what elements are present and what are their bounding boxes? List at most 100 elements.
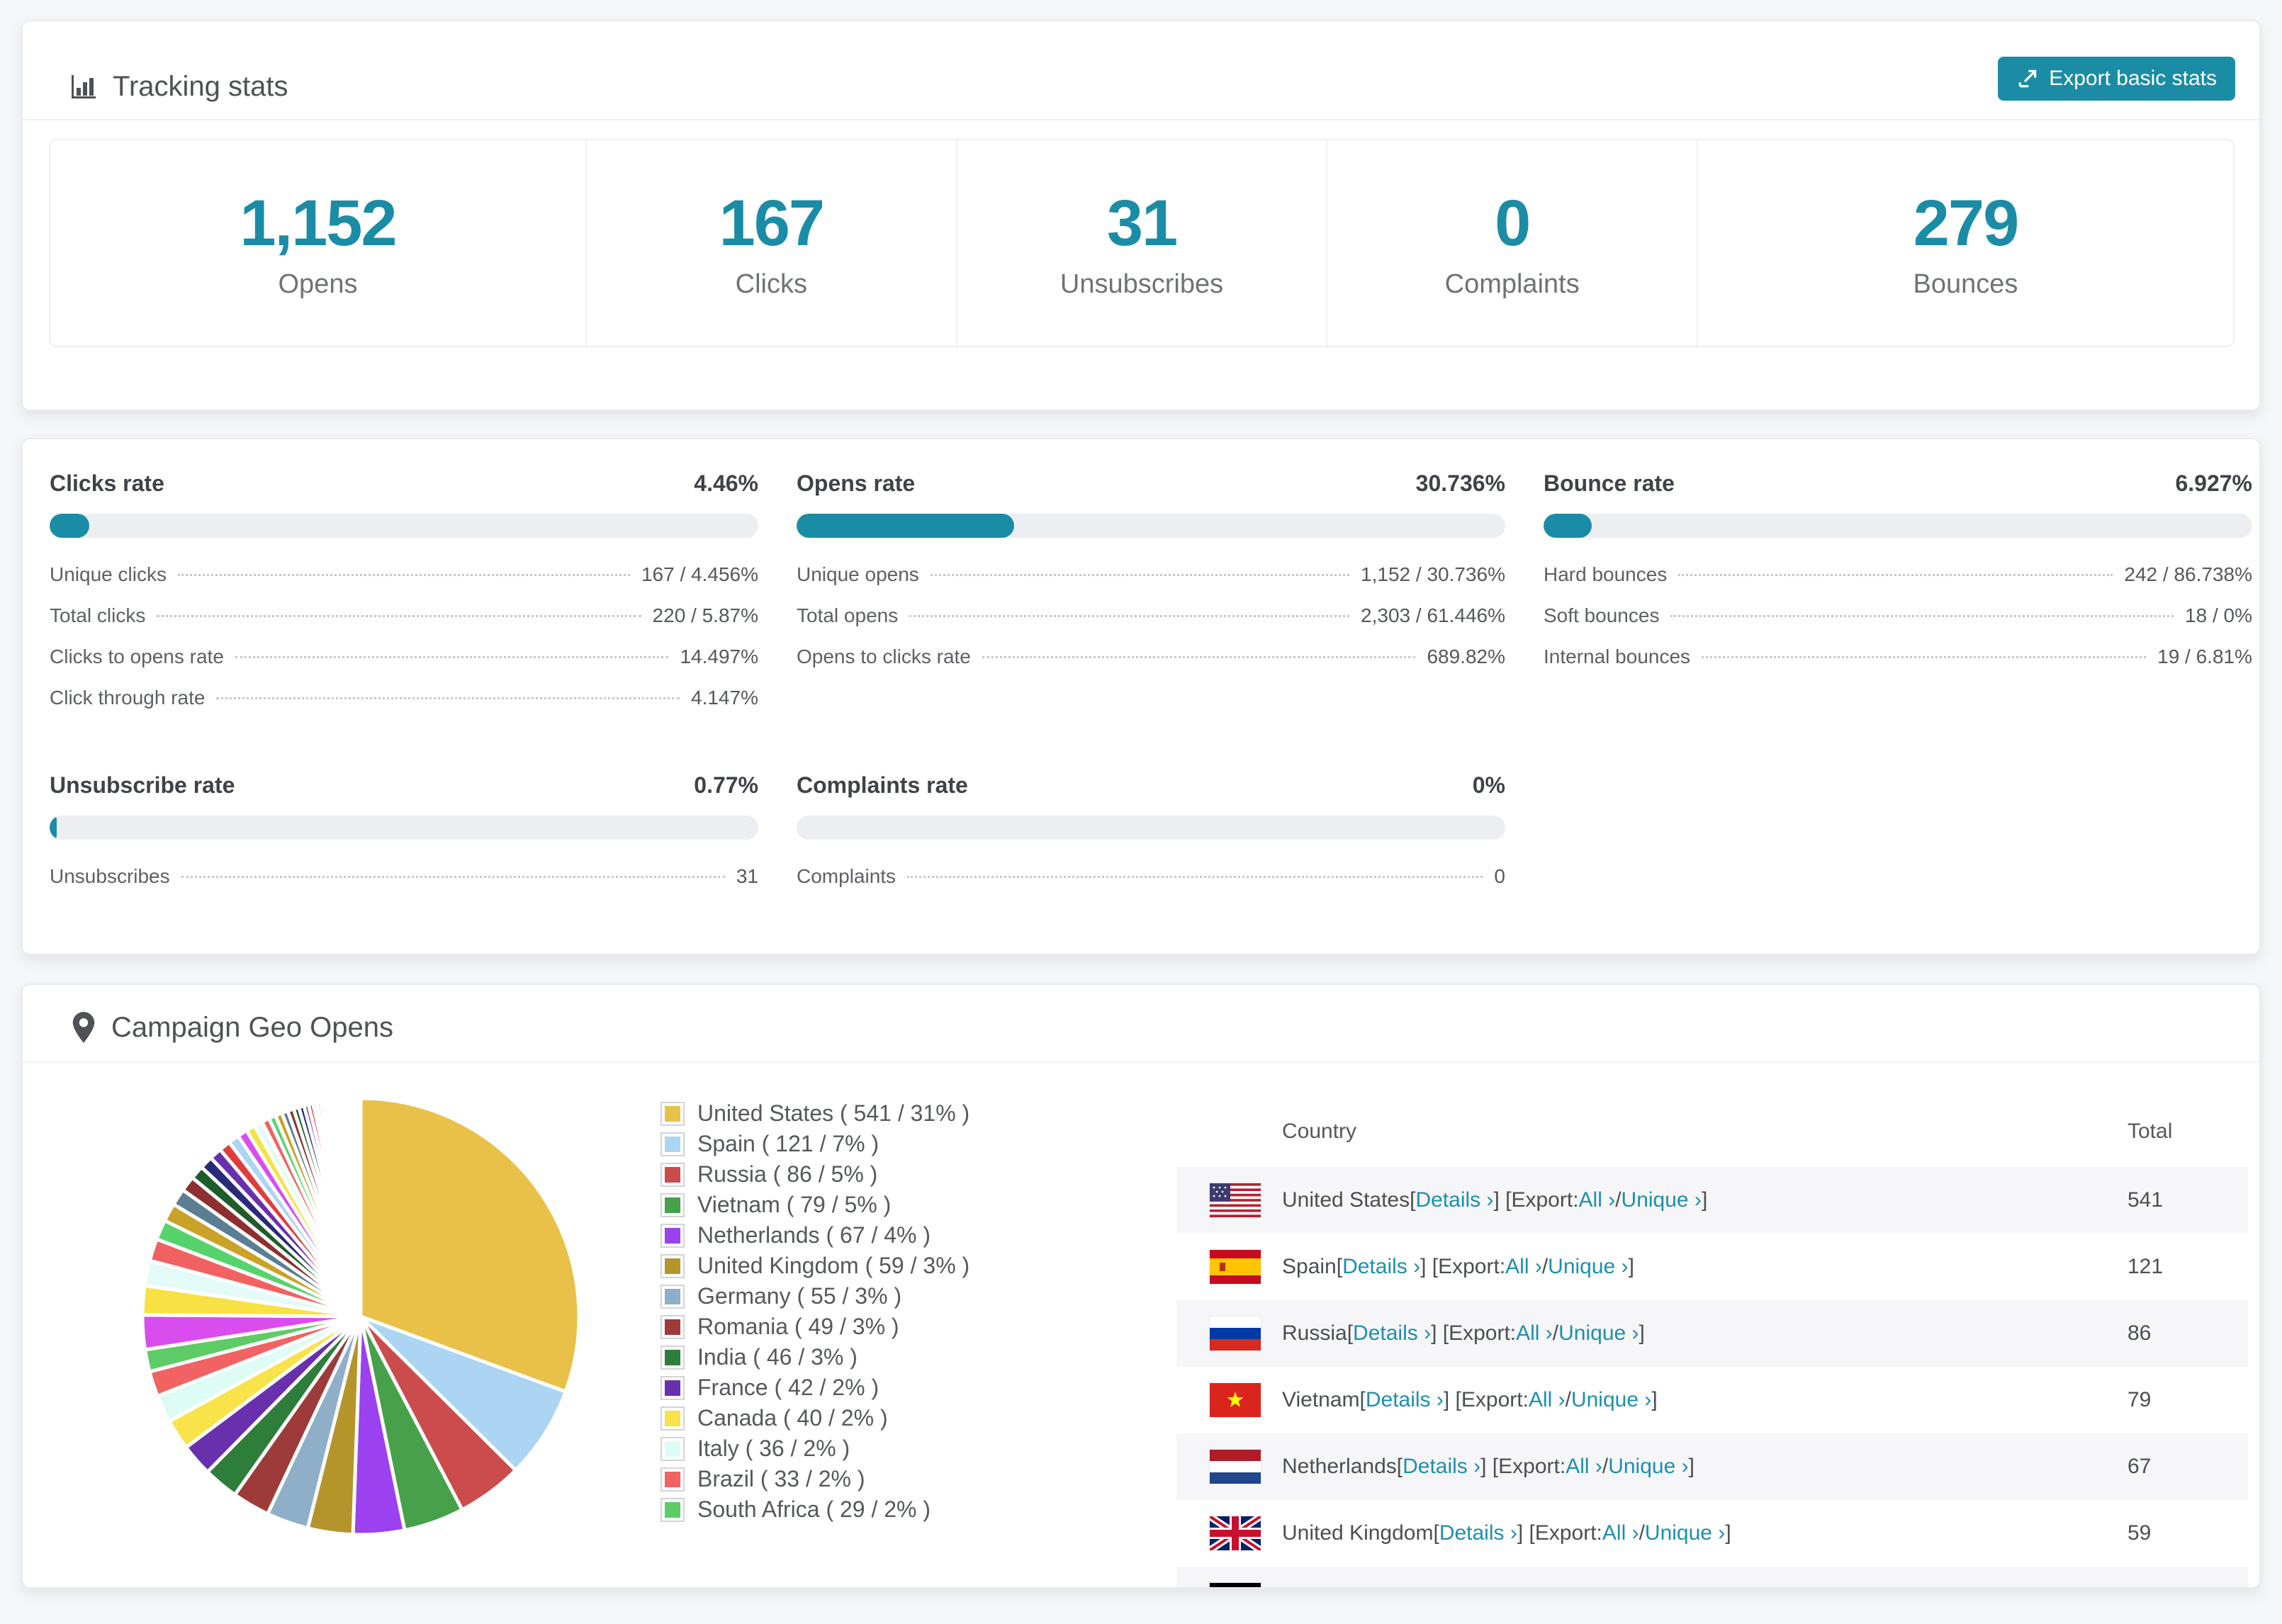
rate-row: Hard bounces 242 / 86.738% bbox=[1544, 563, 2252, 604]
rate-row: Soft bounces 18 / 0% bbox=[1544, 604, 2252, 645]
legend-label: France ( 42 / 2% ) bbox=[697, 1375, 879, 1400]
legend-swatch bbox=[661, 1132, 685, 1156]
legend-item-brazil: Brazil ( 33 / 2% ) bbox=[661, 1464, 969, 1494]
details-link[interactable]: Details › bbox=[1376, 1588, 1454, 1589]
rate-row: Total clicks 220 / 5.87% bbox=[50, 604, 758, 645]
rate-row-label: Click through rate bbox=[50, 687, 206, 709]
legend-label: Romania ( 49 / 3% ) bbox=[697, 1314, 899, 1339]
geo-title-text: Campaign Geo Opens bbox=[111, 1011, 394, 1043]
rate-row: Click through rate 4.147% bbox=[50, 687, 758, 728]
details-link[interactable]: Details › bbox=[1342, 1255, 1420, 1279]
legend-item-united-kingdom: United Kingdom ( 59 / 3% ) bbox=[661, 1251, 969, 1281]
country-cell: United States [Details ›] [Export: All ›… bbox=[1176, 1183, 2128, 1217]
legend-item-spain: Spain ( 121 / 7% ) bbox=[661, 1129, 969, 1159]
details-link[interactable]: Details › bbox=[1415, 1188, 1493, 1212]
export-all-link[interactable]: All › bbox=[1505, 1255, 1542, 1279]
bracket: ] bbox=[1628, 1255, 1634, 1278]
legend-label: Netherlands ( 67 / 4% ) bbox=[697, 1222, 931, 1248]
legend-label: United Kingdom ( 59 / 3% ) bbox=[697, 1253, 970, 1278]
bracket: [ bbox=[1336, 1255, 1343, 1278]
table-header-row: Country Total bbox=[1176, 1096, 2248, 1167]
slash: / bbox=[1639, 1521, 1645, 1545]
stat-value: 1,152 bbox=[240, 187, 397, 259]
map-pin-icon bbox=[72, 1012, 95, 1043]
export-unique-link[interactable]: Unique › bbox=[1571, 1388, 1651, 1412]
table-row-es: Spain [Details ›] [Export: All › / Uniqu… bbox=[1176, 1234, 2248, 1300]
legend-swatch bbox=[661, 1162, 685, 1187]
legend-item-canada: Canada ( 40 / 2% ) bbox=[661, 1403, 969, 1433]
slash: / bbox=[1575, 1588, 1580, 1589]
export-all-link[interactable]: All › bbox=[1602, 1521, 1639, 1545]
legend-label: India ( 46 / 3% ) bbox=[697, 1344, 858, 1370]
export-all-link[interactable]: All › bbox=[1539, 1588, 1575, 1589]
export-all-link[interactable]: All › bbox=[1516, 1321, 1553, 1346]
dotted-leader bbox=[909, 615, 1350, 617]
details-link[interactable]: Details › bbox=[1366, 1388, 1444, 1412]
rate-block-bounce-rate: Bounce rate 6.927% Hard bounces 242 / 86.73… bbox=[1544, 470, 2252, 687]
summary-stats-box: 1,152 Opens 167 Clicks 31 Unsubscribes 0 Compla… bbox=[49, 139, 2235, 347]
column-header-total: Total bbox=[2128, 1120, 2173, 1143]
legend-item-france: France ( 42 / 2% ) bbox=[661, 1372, 969, 1403]
bracket: ] bbox=[1639, 1321, 1645, 1345]
export-unique-link[interactable]: Unique › bbox=[1581, 1588, 1661, 1589]
legend-item-united-states: United States ( 541 / 31% ) bbox=[661, 1098, 969, 1129]
stat-label: Opens bbox=[278, 269, 358, 299]
bracket: ] [Export: bbox=[1420, 1255, 1506, 1278]
export-unique-link[interactable]: Unique › bbox=[1548, 1255, 1628, 1279]
dotted-leader bbox=[982, 656, 1416, 658]
export-icon bbox=[2018, 69, 2037, 88]
bracket: ] [Export: bbox=[1454, 1588, 1539, 1589]
country-cell: Russia [Details ›] [Export: All › / Uniq… bbox=[1176, 1316, 2128, 1350]
rate-row-label: Complaints bbox=[797, 865, 896, 887]
details-link[interactable]: Details › bbox=[1439, 1521, 1517, 1545]
legend-swatch bbox=[661, 1253, 685, 1278]
dotted-leader bbox=[1702, 656, 2147, 658]
rate-head: Bounce rate 6.927% bbox=[1544, 470, 2252, 497]
country-cell: Germany [Details ›] [Export: All › / Uni… bbox=[1176, 1583, 2128, 1589]
geo-country-table: Country Total United States [Details ›] [E… bbox=[1176, 1096, 2248, 1589]
flag-us-icon bbox=[1210, 1183, 1261, 1217]
country-name: United States bbox=[1282, 1188, 1410, 1212]
rate-row-value: 0 bbox=[1494, 865, 1505, 887]
rate-value: 6.927% bbox=[2175, 470, 2252, 496]
export-unique-link[interactable]: Unique › bbox=[1621, 1188, 1702, 1212]
country-cell: Spain [Details ›] [Export: All › / Uniqu… bbox=[1176, 1250, 2128, 1284]
rate-progress-track bbox=[797, 816, 1505, 840]
legend-swatch bbox=[661, 1314, 685, 1339]
rate-row: Unique clicks 167 / 4.456% bbox=[50, 563, 758, 604]
dotted-leader bbox=[235, 656, 669, 658]
dotted-leader bbox=[1670, 615, 2174, 617]
details-link[interactable]: Details › bbox=[1403, 1455, 1480, 1479]
stat-value: 0 bbox=[1495, 187, 1531, 259]
rate-row-value: 18 / 0% bbox=[2185, 604, 2252, 626]
dotted-leader bbox=[181, 876, 725, 878]
rate-row-label: Total opens bbox=[797, 604, 899, 626]
flag-de-icon bbox=[1210, 1583, 1261, 1587]
export-all-link[interactable]: All › bbox=[1566, 1455, 1602, 1479]
legend-label: South Africa ( 29 / 2% ) bbox=[697, 1496, 931, 1522]
export-unique-link[interactable]: Unique › bbox=[1608, 1455, 1688, 1479]
legend-item-vietnam: Vietnam ( 79 / 5% ) bbox=[661, 1190, 969, 1220]
dotted-leader bbox=[157, 615, 641, 617]
stat-value: 279 bbox=[1913, 187, 2019, 259]
export-unique-link[interactable]: Unique › bbox=[1645, 1521, 1725, 1545]
legend-swatch bbox=[661, 1345, 685, 1370]
slash: / bbox=[1552, 1321, 1559, 1345]
bracket: ] [Export: bbox=[1443, 1388, 1529, 1411]
rate-row-label: Unsubscribes bbox=[50, 865, 170, 887]
export-unique-link[interactable]: Unique › bbox=[1558, 1321, 1639, 1346]
rate-row: Complaints 0 bbox=[797, 865, 1505, 906]
rate-rows: Unsubscribes 31 bbox=[50, 865, 758, 906]
details-link[interactable]: Details › bbox=[1353, 1321, 1431, 1346]
tracking-stats-card: Tracking stats Export basic stats 1,152 O… bbox=[21, 20, 2261, 411]
rate-progress-fill bbox=[797, 514, 1014, 538]
legend-swatch bbox=[661, 1467, 685, 1492]
export-all-link[interactable]: All › bbox=[1579, 1188, 1616, 1212]
export-basic-stats-button[interactable]: Export basic stats bbox=[1998, 57, 2235, 101]
table-row-us: United States [Details ›] [Export: All ›… bbox=[1176, 1167, 2248, 1234]
rate-block-clicks-rate: Clicks rate 4.46% Unique clicks 167 / 4.456… bbox=[50, 470, 758, 728]
export-all-link[interactable]: All › bbox=[1529, 1388, 1566, 1412]
bar-chart-icon bbox=[72, 74, 96, 98]
country-name: Netherlands bbox=[1282, 1455, 1397, 1478]
rate-row-value: 1,152 / 30.736% bbox=[1361, 563, 1505, 585]
